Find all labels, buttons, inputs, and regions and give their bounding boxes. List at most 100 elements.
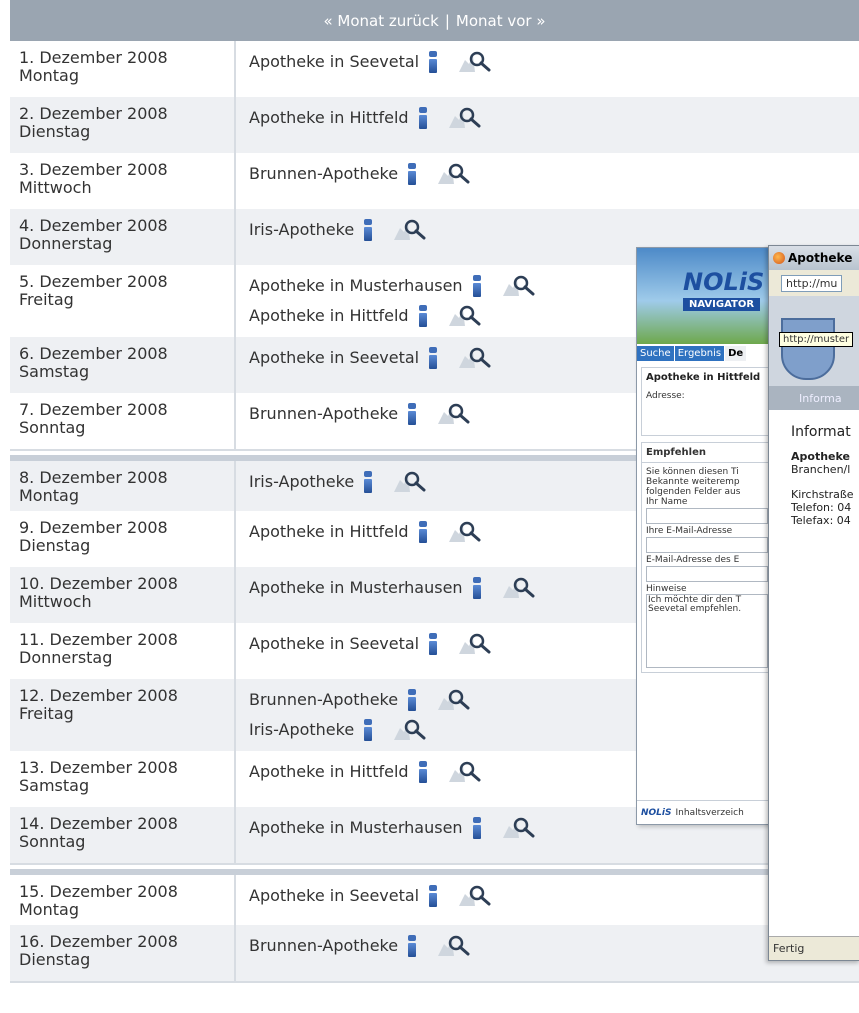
date-cell: 8. Dezember 2008 Montag	[10, 461, 236, 517]
url-field[interactable]: http://mu	[781, 274, 843, 292]
info-icon[interactable]	[472, 817, 481, 839]
weekday-label: Freitag	[19, 704, 74, 723]
date-label: 3. Dezember 2008	[19, 160, 168, 179]
info-icon[interactable]	[408, 403, 417, 425]
map-search-icon[interactable]	[447, 760, 481, 784]
weekday-label: Dienstag	[19, 122, 91, 141]
info-icon[interactable]	[429, 347, 438, 369]
info-icon[interactable]	[364, 719, 373, 741]
footer-contents-link[interactable]: Inhaltsverzeich	[676, 808, 744, 818]
pharmacy-cell: Brunnen-Apotheke Iris-Apotheke	[236, 679, 470, 751]
weekday-label: Sonntag	[19, 418, 86, 437]
url-tooltip: http://muster	[779, 332, 854, 347]
map-search-icon[interactable]	[447, 520, 481, 544]
pharmacy-cell: Brunnen-Apotheke	[236, 153, 470, 209]
next-month-link[interactable]: Monat vor »	[456, 12, 546, 30]
tab-ergebnis[interactable]: Ergebnis	[674, 346, 725, 361]
weekday-label: Freitag	[19, 290, 74, 309]
browser-window[interactable]: Apotheke http://mu Informa Informat Apot…	[768, 245, 859, 961]
browser-titlebar[interactable]: Apotheke	[769, 246, 859, 270]
info-icon[interactable]	[418, 305, 427, 327]
table-row: 15. Dezember 2008 Montag Apotheke in Seeve…	[10, 869, 859, 933]
info-heading: Informat	[791, 424, 851, 440]
info-icon[interactable]	[429, 633, 438, 655]
date-cell: 12. Dezember 2008 Freitag	[10, 679, 236, 751]
date-label: 14. Dezember 2008	[19, 814, 178, 833]
map-search-icon[interactable]	[436, 162, 470, 186]
map-search-icon[interactable]	[501, 576, 535, 600]
map-search-icon[interactable]	[501, 274, 535, 298]
map-search-icon[interactable]	[457, 884, 491, 908]
pharmacy-cell: Apotheke in Hittfeld	[236, 97, 481, 153]
map-search-icon[interactable]	[436, 934, 470, 958]
map-search-icon[interactable]	[501, 816, 535, 840]
recipient-email-field[interactable]	[646, 566, 768, 582]
pharmacy-cell: Iris-Apotheke	[236, 209, 426, 265]
notes-textarea[interactable]: Ich möchte dir den T Seevetal empfehlen.	[646, 594, 768, 668]
info-icon[interactable]	[472, 275, 481, 297]
navigator-badge: NAVIGATOR	[683, 298, 761, 311]
map-search-icon[interactable]	[392, 218, 426, 242]
map-search-icon[interactable]	[392, 470, 426, 494]
map-search-icon[interactable]	[447, 304, 481, 328]
pharmacy-name: Brunnen-Apotheke	[249, 404, 399, 423]
weekday-label: Dienstag	[19, 536, 91, 555]
pharmacy-cell: Iris-Apotheke	[236, 461, 426, 517]
recommend-tab[interactable]: Empfehlen	[642, 443, 772, 463]
info-icon[interactable]	[408, 163, 417, 185]
tab-details[interactable]: De	[725, 346, 747, 361]
info-icon[interactable]	[364, 219, 373, 241]
weekday-label: Montag	[19, 900, 79, 919]
info-icon[interactable]	[429, 51, 438, 73]
coat-of-arms-icon	[781, 318, 835, 380]
map-search-icon[interactable]	[436, 402, 470, 426]
notes-label: Hinweise	[646, 584, 687, 594]
email-field[interactable]	[646, 537, 768, 553]
info-content: Informat Apotheke Branchen/l Kirchstraße…	[769, 410, 859, 527]
window-title: Apotheke	[788, 251, 853, 265]
info-icon[interactable]	[418, 521, 427, 543]
map-search-icon[interactable]	[392, 718, 426, 742]
footer-brand: NOLiS	[641, 807, 672, 818]
detail-box: Apotheke in Hittfeld Adresse:	[641, 367, 773, 436]
fax: Telefax: 04	[791, 514, 851, 527]
weekday-label: Samstag	[19, 362, 90, 381]
date-label: 4. Dezember 2008	[19, 216, 168, 235]
pharmacy-entry: Apotheke in Musterhausen	[249, 813, 535, 843]
tab-suche[interactable]: Suche	[637, 346, 674, 361]
map-search-icon[interactable]	[436, 688, 470, 712]
pharmacy-cell: Brunnen-Apotheke	[236, 393, 470, 449]
weekday-label: Donnerstag	[19, 234, 113, 253]
date-cell: 14. Dezember 2008 Sonntag	[10, 807, 236, 863]
phone: Telefon: 04	[791, 501, 852, 514]
pharmacy-cell: Apotheke in Musterhausen Apotheke in Hitt…	[236, 265, 535, 337]
nolis-logo: NOLiS	[683, 268, 765, 296]
weekday-label: Samstag	[19, 776, 90, 795]
recipient-label: E-Mail-Adresse des E	[646, 555, 740, 565]
date-label: 16. Dezember 2008	[19, 932, 178, 951]
info-icon[interactable]	[364, 471, 373, 493]
table-row: 16. Dezember 2008 Dienstag Brunnen-Apothek…	[10, 925, 859, 983]
navigator-window[interactable]: NOLiS NAVIGATOR Suche Ergebnis De Apothe…	[636, 247, 778, 825]
info-icon[interactable]	[418, 107, 427, 129]
date-cell: 6. Dezember 2008 Samstag	[10, 337, 236, 393]
info-icon[interactable]	[472, 577, 481, 599]
info-icon[interactable]	[418, 761, 427, 783]
pharmacy-name: Brunnen-Apotheke	[249, 164, 399, 183]
date-label: 1. Dezember 2008	[19, 48, 168, 67]
name-field[interactable]	[646, 508, 768, 524]
pharmacy-name: Brunnen-Apotheke	[249, 690, 399, 709]
date-cell: 15. Dezember 2008 Montag	[10, 875, 236, 931]
navigator-footer: NOLiS Inhaltsverzeich	[637, 800, 777, 824]
map-search-icon[interactable]	[457, 632, 491, 656]
previous-month-link[interactable]: « Monat zurück	[323, 12, 438, 30]
category: Branchen/l	[791, 463, 851, 476]
map-search-icon[interactable]	[447, 106, 481, 130]
map-search-icon[interactable]	[457, 50, 491, 74]
map-search-icon[interactable]	[457, 346, 491, 370]
info-icon[interactable]	[408, 935, 417, 957]
info-icon[interactable]	[408, 689, 417, 711]
info-icon[interactable]	[429, 885, 438, 907]
pharmacy-cell: Apotheke in Seevetal	[236, 337, 491, 393]
date-label: 5. Dezember 2008	[19, 272, 168, 291]
